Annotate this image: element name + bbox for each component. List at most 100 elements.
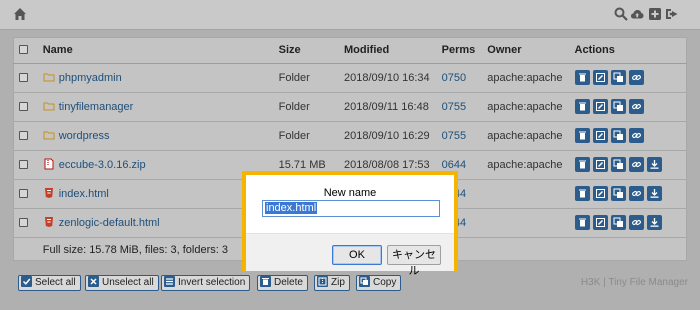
rename-dialog: New name index.html OK キャンセル	[242, 171, 458, 277]
cancel-button[interactable]: キャンセル	[387, 245, 441, 277]
row-checkbox[interactable]	[13, 208, 37, 238]
row-checkbox[interactable]	[13, 179, 37, 209]
invert-selection-button[interactable]: Invert selection	[161, 275, 251, 291]
ok-button[interactable]: OK	[332, 245, 382, 265]
file-owner: apache:apache	[481, 92, 569, 122]
file-name-link[interactable]: wordpress	[36, 121, 273, 151]
brand-footer: H3K | Tiny File Manager	[580, 277, 688, 288]
archive-icon	[317, 276, 328, 287]
file-name: eccube-3.0.16.zip	[58, 159, 146, 171]
delete-button[interactable]: Delete	[257, 275, 308, 291]
file-modified: 2018/09/10 16:34	[338, 63, 436, 93]
file-size: Folder	[272, 92, 339, 122]
file-perms-link[interactable]: 0750	[435, 63, 482, 93]
row-actions	[568, 121, 687, 151]
column-header-name[interactable]: Name	[36, 37, 273, 64]
file-name: tinyfilemanager	[58, 101, 134, 113]
zip-file-icon	[43, 158, 55, 170]
file-name-link[interactable]: tinyfilemanager	[36, 92, 273, 122]
new-name-input[interactable]: index.html	[262, 200, 440, 217]
file-owner: apache:apache	[481, 63, 569, 93]
link-action-icon[interactable]	[628, 157, 644, 172]
copy-action-icon[interactable]	[610, 157, 626, 172]
file-modified: 2018/09/11 16:48	[338, 92, 436, 122]
zip-label: Zip	[331, 277, 345, 288]
file-perms-link[interactable]: 0755	[435, 121, 482, 151]
folder-icon	[43, 129, 55, 141]
link-action-icon[interactable]	[628, 215, 644, 230]
link-action-icon[interactable]	[628, 186, 644, 201]
link-action-icon[interactable]	[628, 70, 644, 85]
row-actions	[568, 150, 687, 180]
zip-button[interactable]: Zip	[314, 275, 350, 291]
file-name-link[interactable]: zenlogic-default.html	[36, 208, 273, 238]
file-perms-link[interactable]: 0755	[435, 92, 482, 122]
summary-spacer	[13, 237, 37, 263]
file-name-link[interactable]: index.html	[36, 179, 273, 209]
link-action-icon[interactable]	[628, 99, 644, 114]
row-checkbox[interactable]	[13, 121, 37, 151]
rename-action-icon[interactable]	[592, 157, 608, 172]
row-checkbox[interactable]	[13, 150, 37, 180]
check-square-icon	[21, 276, 32, 287]
download-action-icon[interactable]	[646, 215, 662, 230]
column-header-size[interactable]: Size	[272, 37, 339, 64]
file-name-link[interactable]: phpmyadmin	[36, 63, 273, 93]
upload-cloud-icon[interactable]	[630, 7, 644, 21]
row-checkbox[interactable]	[13, 63, 37, 93]
delete-action-icon[interactable]	[574, 99, 590, 114]
rename-action-icon[interactable]	[592, 70, 608, 85]
copy-action-icon[interactable]	[610, 99, 626, 114]
copy-action-icon[interactable]	[610, 186, 626, 201]
select-all-label: Select all	[35, 277, 76, 288]
select-all-button[interactable]: Select all	[18, 275, 81, 291]
file-size: Folder	[272, 63, 339, 93]
folder-icon	[43, 71, 55, 83]
select-all-header-checkbox[interactable]	[13, 37, 37, 64]
row-checkbox[interactable]	[13, 92, 37, 122]
column-header-owner[interactable]: Owner	[481, 37, 569, 64]
file-owner	[481, 179, 569, 209]
copy-action-icon[interactable]	[610, 128, 626, 143]
file-name-link[interactable]: eccube-3.0.16.zip	[36, 150, 273, 180]
copy-button[interactable]: Copy	[356, 275, 402, 291]
delete-action-icon[interactable]	[574, 70, 590, 85]
file-owner	[481, 208, 569, 238]
rename-action-icon[interactable]	[592, 99, 608, 114]
row-actions	[568, 63, 687, 93]
copy-action-icon[interactable]	[610, 215, 626, 230]
delete-action-icon[interactable]	[574, 128, 590, 143]
new-item-icon[interactable]	[648, 7, 662, 21]
file-owner: apache:apache	[481, 121, 569, 151]
file-name: index.html	[58, 188, 109, 200]
html-file-icon	[43, 187, 55, 199]
rename-dialog-footer: OK キャンセル	[246, 233, 454, 277]
unselect-all-button[interactable]: Unselect all	[85, 275, 159, 291]
row-actions	[568, 179, 687, 209]
column-header-modified[interactable]: Modified	[338, 37, 436, 64]
table-row: phpmyadmin Folder 2018/09/10 16:34 0750 apac…	[13, 63, 687, 93]
invert-selection-label: Invert selection	[178, 277, 246, 288]
delete-action-icon[interactable]	[574, 186, 590, 201]
rename-action-icon[interactable]	[592, 186, 608, 201]
file-owner: apache:apache	[481, 150, 569, 180]
x-square-icon	[88, 276, 99, 287]
rename-action-icon[interactable]	[592, 128, 608, 143]
row-actions	[568, 92, 687, 122]
column-header-perms[interactable]: Perms	[435, 37, 482, 64]
folder-icon	[43, 100, 55, 112]
link-action-icon[interactable]	[628, 128, 644, 143]
copy-label: Copy	[373, 277, 397, 288]
delete-action-icon[interactable]	[574, 157, 590, 172]
column-header-actions: Actions	[568, 37, 687, 64]
sign-out-icon[interactable]	[665, 7, 679, 21]
delete-action-icon[interactable]	[574, 215, 590, 230]
file-name: phpmyadmin	[58, 72, 122, 84]
search-icon[interactable]	[614, 7, 628, 21]
home-icon[interactable]	[13, 7, 27, 21]
download-action-icon[interactable]	[646, 157, 662, 172]
file-size: Folder	[272, 121, 339, 151]
copy-action-icon[interactable]	[610, 70, 626, 85]
download-action-icon[interactable]	[646, 186, 662, 201]
rename-action-icon[interactable]	[592, 215, 608, 230]
